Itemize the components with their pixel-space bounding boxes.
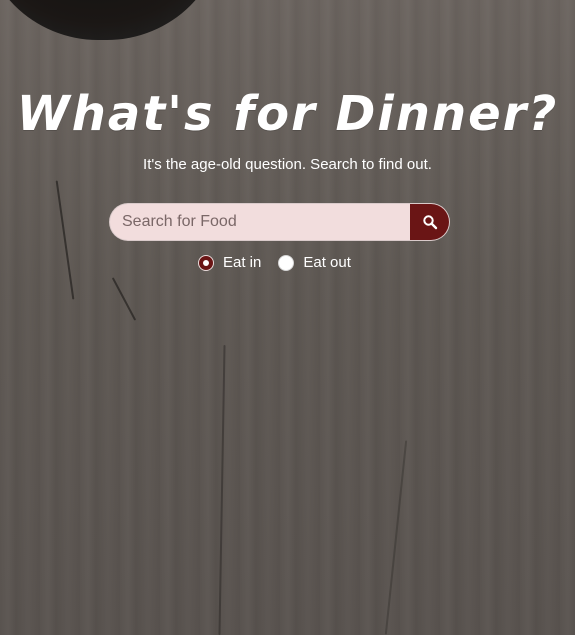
radio-eat-in[interactable]: Eat in bbox=[198, 254, 261, 271]
search-input[interactable] bbox=[109, 203, 410, 241]
search-button[interactable] bbox=[410, 203, 450, 241]
search-form bbox=[109, 203, 450, 241]
page-title: What's for Dinner? bbox=[16, 86, 559, 142]
search-icon bbox=[422, 214, 438, 230]
radio-eat-out-label: Eat out bbox=[303, 254, 351, 271]
radio-unselected-icon bbox=[278, 254, 295, 271]
page-subtitle: It's the age-old question. Search to fin… bbox=[143, 156, 432, 173]
radio-eat-out[interactable]: Eat out bbox=[278, 254, 351, 271]
page: What's for Dinner? It's the age-old ques… bbox=[0, 0, 575, 635]
dining-option-group: Eat in Eat out bbox=[198, 254, 368, 271]
radio-selected-icon bbox=[198, 254, 214, 271]
hero-section: What's for Dinner? It's the age-old ques… bbox=[0, 0, 575, 635]
radio-eat-in-label: Eat in bbox=[223, 254, 262, 271]
